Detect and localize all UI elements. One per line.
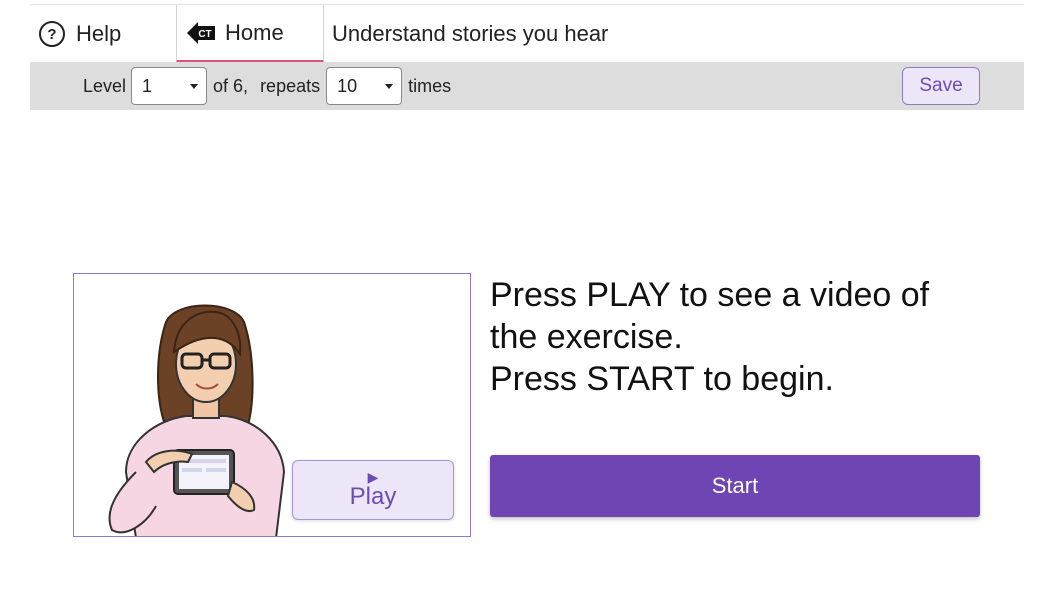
times-text: times <box>408 75 452 96</box>
repeats-value: 10 <box>337 75 358 96</box>
woman-with-tablet-illustration <box>108 304 286 536</box>
instruction-line-1: Press PLAY to see a video of <box>490 276 930 314</box>
instructions-text: Press PLAY to see a video of the exercis… <box>490 274 1010 400</box>
top-nav: ? Help CT Home Understand stories you he… <box>30 4 1024 63</box>
instruction-line-2: the exercise. <box>490 318 683 356</box>
level-of-text: of 6, <box>213 75 249 96</box>
settings-toolbar: Level 1 of 6, repeats 10 times Save <box>30 62 1024 110</box>
help-button[interactable]: ? Help <box>30 5 176 63</box>
video-preview-panel: ▶ Play <box>73 273 471 537</box>
repeats-label: repeats <box>260 75 321 96</box>
home-back-arrow-icon: CT <box>187 21 215 44</box>
level-label: Level <box>83 75 127 96</box>
level-value: 1 <box>142 75 153 96</box>
question-icon: ? <box>39 21 65 47</box>
help-label: Help <box>76 21 122 46</box>
chevron-down-icon <box>190 83 199 89</box>
play-button[interactable]: ▶ Play <box>292 460 454 520</box>
play-label: Play <box>349 483 397 510</box>
instruction-line-3: Press START to begin. <box>490 360 834 398</box>
start-button[interactable]: Start <box>490 455 980 517</box>
play-icon: ▶ <box>367 469 379 485</box>
home-button[interactable]: CT Home <box>176 5 324 63</box>
save-button[interactable]: Save <box>902 67 980 105</box>
level-select[interactable]: 1 <box>131 67 208 105</box>
home-label: Home <box>225 19 284 45</box>
page-title: Understand stories you hear <box>332 21 609 46</box>
repeats-select[interactable]: 10 <box>326 67 403 105</box>
chevron-down-icon <box>385 83 394 89</box>
home-logo-text: CT <box>198 29 211 40</box>
